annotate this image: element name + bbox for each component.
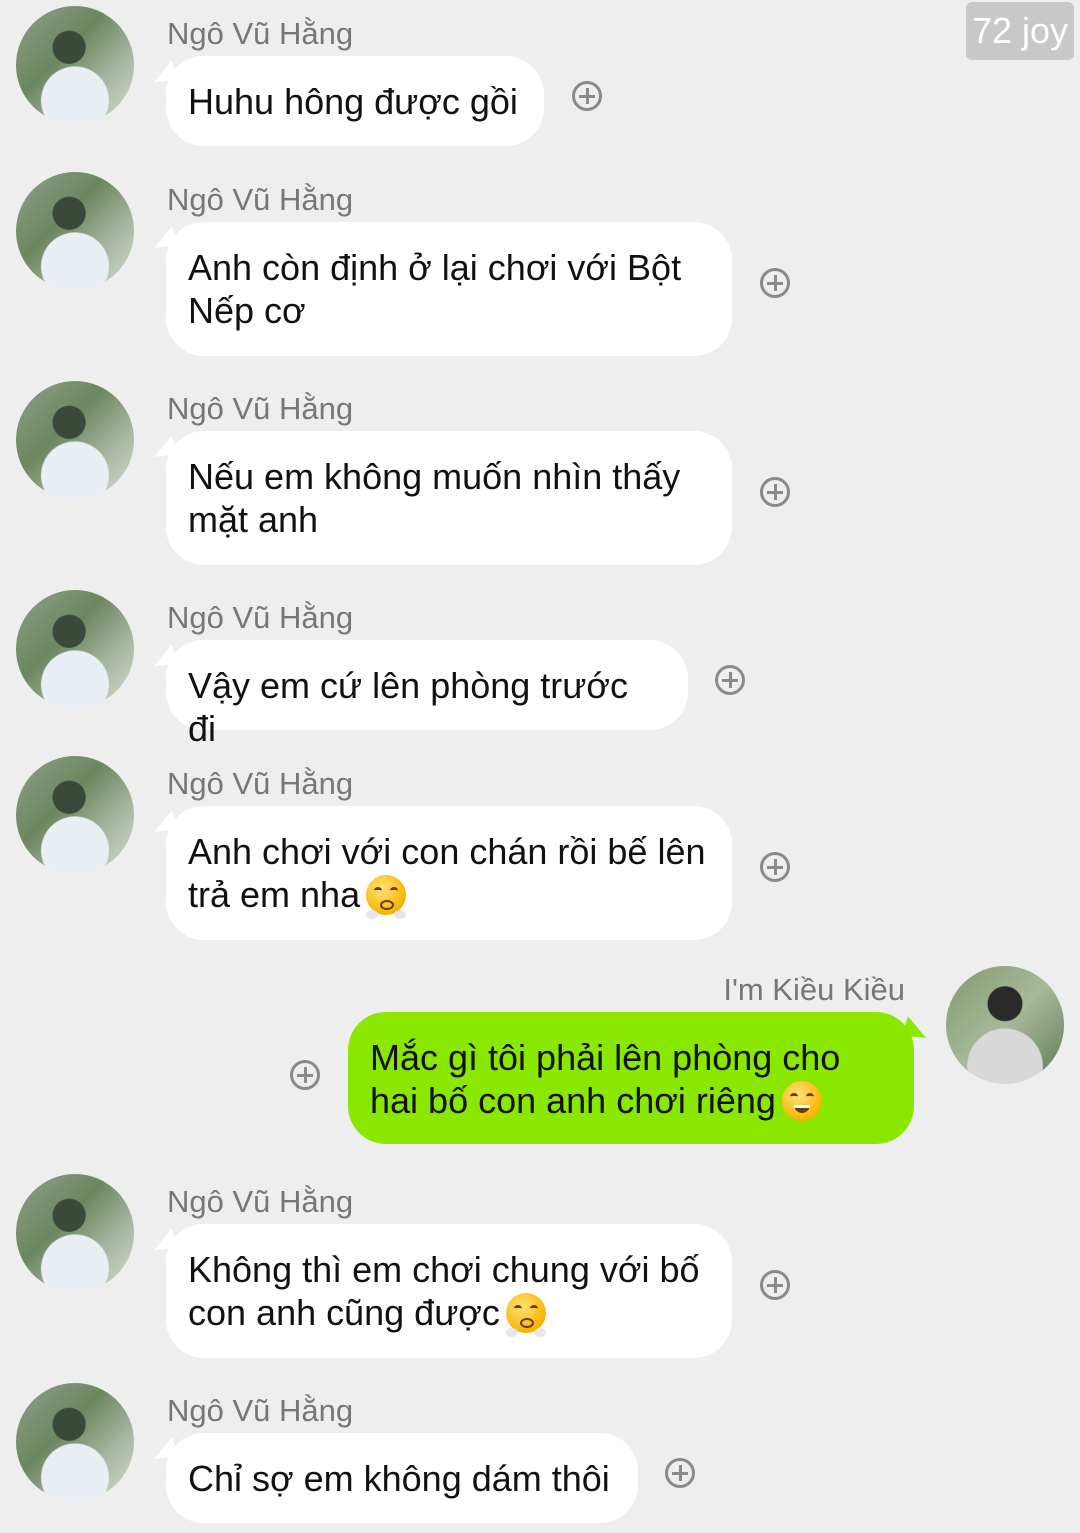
my-avatar[interactable]	[946, 966, 1064, 1084]
message-bubble[interactable]: Nếu em không muốn nhìn thấy mặt anh	[166, 431, 732, 565]
message-bubble[interactable]: Chỉ sợ em không dám thôi	[166, 1433, 638, 1523]
sender-avatar[interactable]	[16, 381, 134, 499]
sender-avatar[interactable]	[16, 172, 134, 290]
message-bubble[interactable]: Mắc gì tôi phải lên phòng cho hai bố con…	[348, 1012, 914, 1144]
message-item: Ngô Vũ Hằng Vậy em cứ lên phòng trước đi	[0, 590, 1080, 749]
add-reaction-icon[interactable]	[715, 665, 745, 695]
add-reaction-icon[interactable]	[572, 81, 602, 111]
add-reaction-icon[interactable]	[760, 1270, 790, 1300]
message-text: Chỉ sợ em không dám thôi	[188, 1458, 610, 1499]
message-item: Ngô Vũ Hằng Anh chơi với con chán rồi bế…	[0, 756, 1080, 940]
sender-name: Ngô Vũ Hằng	[167, 1393, 354, 1428]
message-bubble[interactable]: Vậy em cứ lên phòng trước đi	[166, 640, 688, 749]
message-text: Mắc gì tôi phải lên phòng cho hai bố con…	[370, 1037, 841, 1121]
add-reaction-icon[interactable]	[290, 1060, 320, 1090]
message-item: Ngô Vũ Hằng Huhu hông được gồi	[0, 6, 1080, 146]
message-text: Anh chơi với con chán rồi bế lên trả em …	[188, 831, 706, 915]
message-text: Nếu em không muốn nhìn thấy mặt anh	[188, 456, 681, 540]
face-with-steam-from-nose-icon	[366, 875, 407, 919]
add-reaction-icon[interactable]	[665, 1458, 695, 1488]
sender-avatar[interactable]	[16, 6, 134, 124]
sender-avatar[interactable]	[16, 1383, 134, 1501]
message-bubble[interactable]: Không thì em chơi chung với bố con anh c…	[166, 1224, 732, 1358]
message-text: Không thì em chơi chung với bố con anh c…	[188, 1249, 700, 1333]
sender-name: Ngô Vũ Hằng	[167, 766, 354, 801]
message-bubble[interactable]: Anh còn định ở lại chơi với Bột Nếp cơ	[166, 222, 732, 356]
add-reaction-icon[interactable]	[760, 852, 790, 882]
sender-name: I'm Kiều Kiều	[723, 972, 905, 1007]
message-item: Ngô Vũ Hằng Anh còn định ở lại chơi với …	[0, 172, 1080, 356]
message-bubble[interactable]: Anh chơi với con chán rồi bế lên trả em …	[166, 806, 732, 940]
message-text: Vậy em cứ lên phòng trước đi	[188, 665, 628, 749]
message-item: Ngô Vũ Hằng Nếu em không muốn nhìn thấy …	[0, 381, 1080, 565]
sender-avatar[interactable]	[16, 590, 134, 708]
sender-name: Ngô Vũ Hằng	[167, 391, 354, 426]
sender-avatar[interactable]	[16, 1174, 134, 1292]
sender-name: Ngô Vũ Hằng	[167, 600, 354, 635]
message-text: Huhu hông được gồi	[188, 81, 518, 122]
message-item: Ngô Vũ Hằng Chỉ sợ em không dám thôi	[0, 1383, 1080, 1523]
message-text: Anh còn định ở lại chơi với Bột Nếp cơ	[188, 247, 682, 331]
face-with-steam-from-nose-icon	[505, 1293, 546, 1337]
add-reaction-icon[interactable]	[760, 477, 790, 507]
message-item: Ngô Vũ Hằng Không thì em chơi chung với …	[0, 1174, 1080, 1358]
grinning-face-icon	[781, 1081, 822, 1121]
sender-name: Ngô Vũ Hằng	[167, 16, 354, 51]
sender-avatar[interactable]	[16, 756, 134, 874]
add-reaction-icon[interactable]	[760, 268, 790, 298]
message-item: I'm Kiều Kiều Mắc gì tôi phải lên phòng …	[0, 966, 1080, 1146]
message-bubble[interactable]: Huhu hông được gồi	[166, 56, 544, 146]
sender-name: Ngô Vũ Hằng	[167, 1184, 354, 1219]
sender-name: Ngô Vũ Hằng	[167, 182, 354, 217]
